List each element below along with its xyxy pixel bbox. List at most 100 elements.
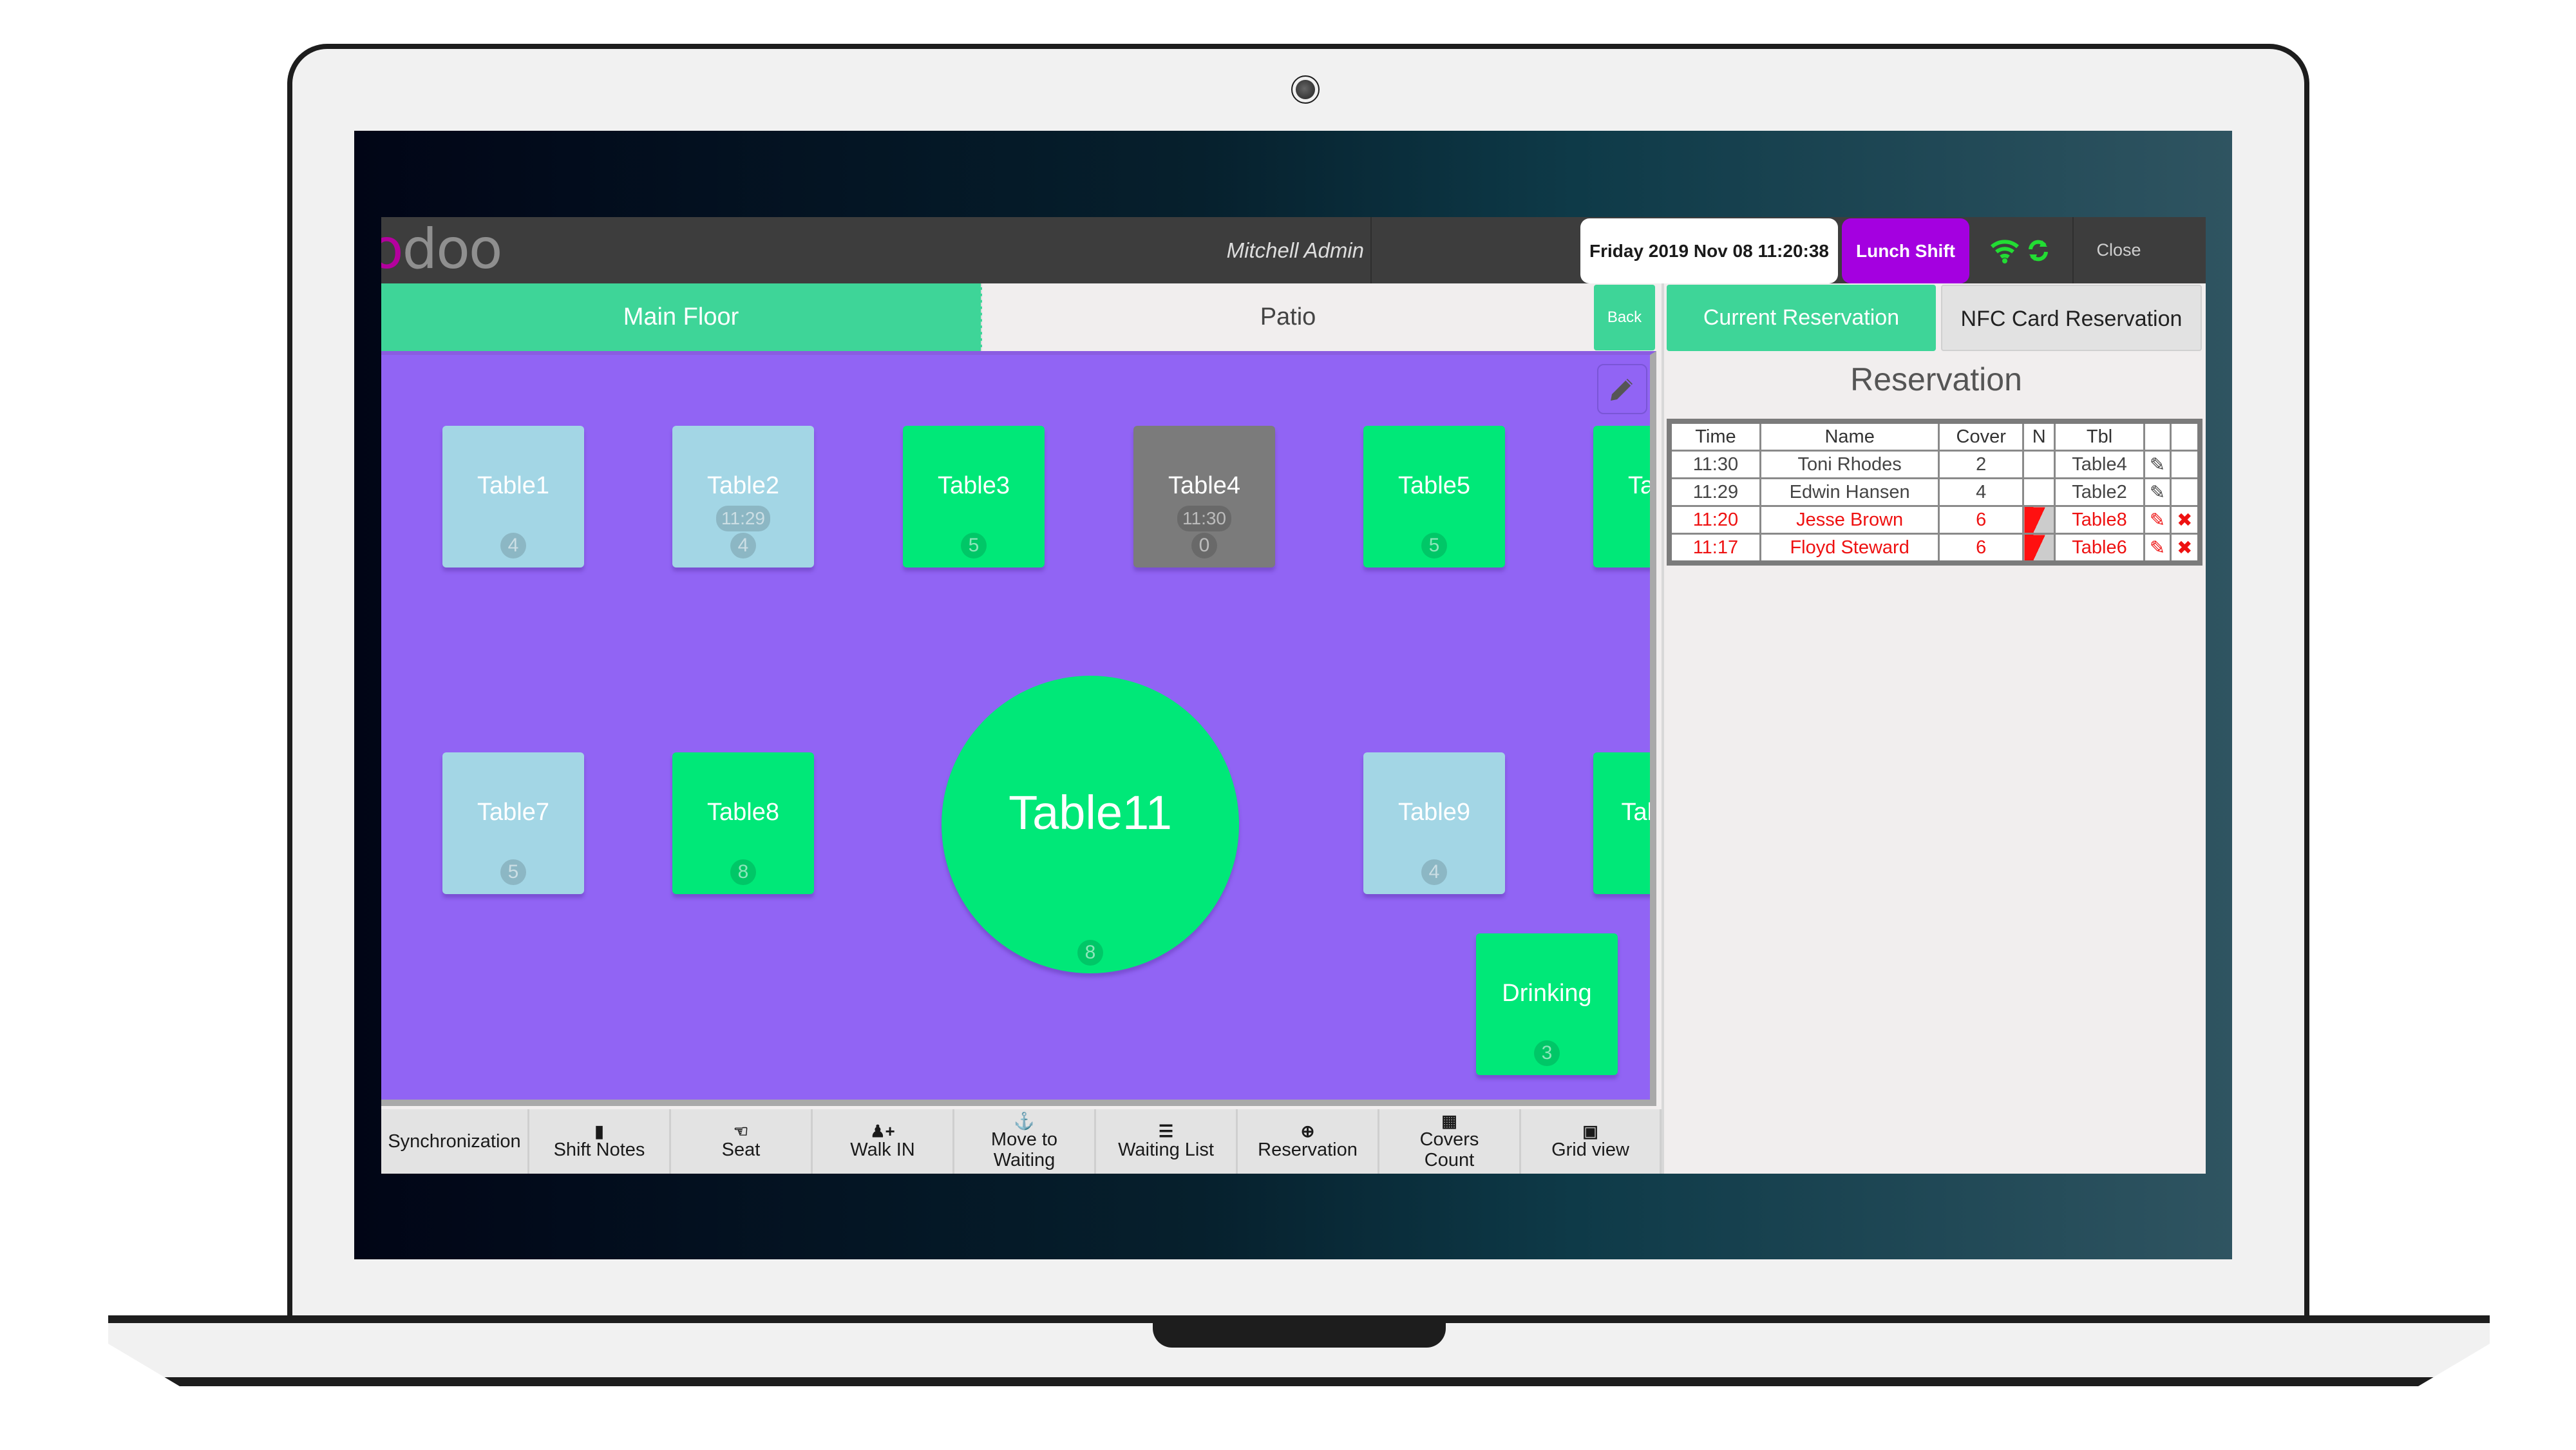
tab-patio[interactable]: Patio bbox=[982, 283, 1594, 351]
table-name: Table5 bbox=[1398, 472, 1470, 499]
synchronization-button[interactable]: Synchronization bbox=[381, 1109, 529, 1174]
grid-icon: ▦ bbox=[1441, 1111, 1457, 1130]
covers-count-button[interactable]: ▦ Covers Count bbox=[1379, 1109, 1521, 1174]
table-header-row: Time Name Cover N Tbl bbox=[1668, 420, 2201, 452]
reservation-cover: 6 bbox=[1938, 505, 2025, 535]
covers-badge: 5 bbox=[961, 533, 987, 558]
toolbar-label: Waiting List bbox=[1118, 1140, 1214, 1160]
user-name[interactable]: Mitchell Admin bbox=[813, 217, 1372, 283]
reservation-title: Reservation bbox=[1850, 361, 2022, 397]
close-button[interactable]: Close bbox=[2072, 217, 2164, 283]
file-icon: ▮ bbox=[594, 1121, 604, 1141]
table-name: Table6 bbox=[1628, 472, 1654, 499]
close-icon: ✖ bbox=[2177, 537, 2193, 558]
reservation-flag bbox=[2022, 505, 2056, 535]
walk-in-button[interactable]: ♟+ Walk IN bbox=[813, 1109, 954, 1174]
reservation-name: Edwin Hansen bbox=[1759, 477, 1940, 507]
thumbs-up-icon: ☜ bbox=[733, 1121, 749, 1141]
grid-large-icon: ▣ bbox=[1582, 1121, 1598, 1141]
action-toolbar: Synchronization ▮ Shift Notes ☜ Seat ♟+ … bbox=[381, 1109, 1662, 1174]
header-bar: odoo Mitchell Admin Friday 2019 Nov 08 1… bbox=[381, 217, 2206, 283]
covers-badge: 4 bbox=[1421, 859, 1447, 885]
table-name: Table11 bbox=[1009, 786, 1172, 839]
table-2[interactable]: Table2 11:29 4 bbox=[672, 426, 814, 568]
tab-current-reservation[interactable]: Current Reservation bbox=[1667, 285, 1936, 351]
edit-reservation-button[interactable]: ✎ bbox=[2143, 533, 2172, 564]
table-name: Table4 bbox=[1168, 472, 1240, 499]
toolbar-label: Seat bbox=[721, 1140, 761, 1160]
reservation-row[interactable]: 11:20 Jesse Brown 6 Table8 ✎ ✖ bbox=[1668, 505, 2201, 535]
seat-button[interactable]: ☜ Seat bbox=[671, 1109, 813, 1174]
reservation-name: Floyd Steward bbox=[1759, 533, 1940, 564]
edit-reservation-button[interactable]: ✎ bbox=[2143, 505, 2172, 535]
table-name: Table1 bbox=[477, 472, 549, 499]
delete-reservation-button[interactable] bbox=[2170, 450, 2201, 479]
reservation-row[interactable]: 11:29 Edwin Hansen 4 Table2 ✎ bbox=[1668, 477, 2201, 507]
table-9[interactable]: Table9 4 bbox=[1363, 752, 1505, 894]
table-name: Table9 bbox=[1398, 799, 1470, 826]
pencil-icon: ✎ bbox=[2149, 510, 2166, 531]
toolbar-label: Synchronization bbox=[388, 1131, 521, 1152]
reservation-row[interactable]: 11:30 Toni Rhodes 2 Table4 ✎ bbox=[1668, 450, 2201, 479]
table-1[interactable]: Table1 4 bbox=[442, 426, 584, 568]
covers-badge: 5 bbox=[1421, 533, 1447, 558]
covers-badge: 4 bbox=[500, 533, 526, 558]
reservation-cover: 4 bbox=[1938, 477, 2025, 507]
reservation-panel: Current Reservation NFC Card Reservation… bbox=[1662, 283, 2206, 1174]
reservation-row[interactable]: 11:17 Floyd Steward 6 Table6 ✎ ✖ bbox=[1668, 533, 2201, 564]
reservation-cover: 6 bbox=[1938, 533, 2025, 564]
table-4[interactable]: Table4 11:30 0 bbox=[1133, 426, 1275, 568]
covers-badge bbox=[1651, 859, 1656, 885]
reservation-button[interactable]: ⊕ Reservation bbox=[1238, 1109, 1379, 1174]
pencil-icon: ✎ bbox=[2149, 454, 2166, 475]
reservation-cover: 2 bbox=[1938, 450, 2025, 479]
toolbar-label: Reservation bbox=[1258, 1140, 1358, 1160]
reservation-time: 11:29 bbox=[1668, 477, 1761, 507]
table-name: Table2 bbox=[707, 472, 779, 499]
delete-reservation-button[interactable]: ✖ bbox=[2170, 533, 2201, 564]
table-10[interactable]: Table10 bbox=[1593, 752, 1656, 894]
delete-reservation-button[interactable]: ✖ bbox=[2170, 505, 2201, 535]
waiting-list-button[interactable]: ☰ Waiting List bbox=[1096, 1109, 1238, 1174]
list-icon: ☰ bbox=[1158, 1121, 1174, 1141]
tab-main-floor[interactable]: Main Floor bbox=[381, 283, 982, 351]
wifi-icon bbox=[1991, 239, 2019, 263]
col-delete bbox=[2170, 420, 2201, 452]
plus-circle-icon: ⊕ bbox=[1300, 1121, 1315, 1141]
shift-notes-button[interactable]: ▮ Shift Notes bbox=[529, 1109, 671, 1174]
table-8[interactable]: Table8 8 bbox=[672, 752, 814, 894]
close-icon: ✖ bbox=[2177, 510, 2193, 531]
toolbar-label: Shift Notes bbox=[553, 1140, 645, 1160]
table-drinking[interactable]: Drinking 3 bbox=[1476, 933, 1618, 1075]
reservation-table: Table8 bbox=[2054, 505, 2145, 535]
table-11[interactable]: Table11 8 bbox=[942, 676, 1239, 973]
col-n: N bbox=[2022, 420, 2056, 452]
delete-reservation-button[interactable] bbox=[2170, 477, 2201, 507]
reservation-flag bbox=[2022, 450, 2056, 479]
floor-scrollbar[interactable] bbox=[381, 1100, 1656, 1106]
grid-view-button[interactable]: ▣ Grid view bbox=[1521, 1109, 1662, 1174]
shift-button[interactable]: Lunch Shift bbox=[1842, 218, 1969, 283]
table-3[interactable]: Table3 5 bbox=[903, 426, 1045, 568]
edit-floor-button[interactable] bbox=[1597, 364, 1647, 414]
user-plus-icon: ♟+ bbox=[870, 1121, 895, 1141]
table-6[interactable]: Table6 bbox=[1593, 426, 1654, 568]
covers-badge: 4 bbox=[730, 533, 756, 558]
tab-nfc-card-reservation[interactable]: NFC Card Reservation bbox=[1941, 285, 2202, 351]
covers-badge: 5 bbox=[500, 859, 526, 885]
reservation-flag bbox=[2022, 533, 2056, 564]
connection-status[interactable] bbox=[1969, 217, 2072, 283]
table-5[interactable]: Table5 5 bbox=[1363, 426, 1505, 568]
reservation-time-badge: 11:30 bbox=[1177, 506, 1231, 531]
back-button[interactable]: Back bbox=[1594, 285, 1655, 350]
table-7[interactable]: Table7 5 bbox=[442, 752, 584, 894]
edit-reservation-button[interactable]: ✎ bbox=[2143, 477, 2172, 507]
col-time: Time bbox=[1668, 420, 1761, 452]
edit-reservation-button[interactable]: ✎ bbox=[2143, 450, 2172, 479]
reservation-flag bbox=[2022, 477, 2056, 507]
table-name: Table8 bbox=[707, 799, 779, 826]
reservation-time: 11:30 bbox=[1668, 450, 1761, 479]
move-to-waiting-button[interactable]: ⚓ Move to Waiting bbox=[954, 1109, 1096, 1174]
reservation-table: Table6 bbox=[2054, 533, 2145, 564]
camera-icon bbox=[1291, 75, 1320, 104]
